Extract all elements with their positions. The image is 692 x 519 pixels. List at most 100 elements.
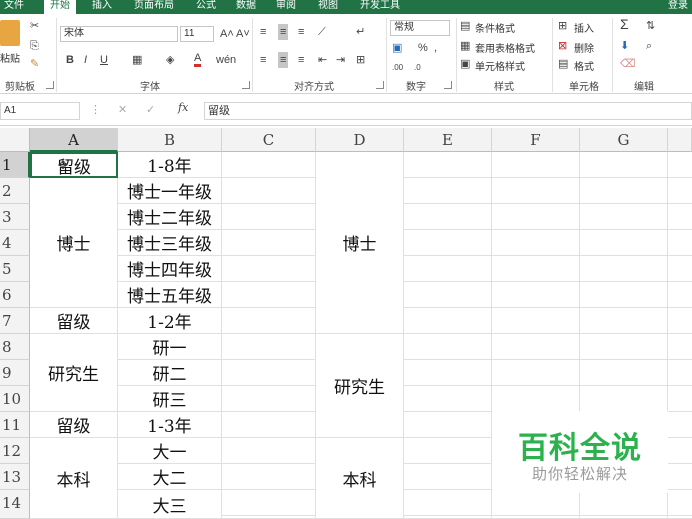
column-header-e[interactable]: E [404, 128, 492, 152]
name-box[interactable]: A1 [0, 102, 80, 120]
font-size-select[interactable]: 11 [180, 26, 214, 42]
bold-icon[interactable]: B [66, 54, 74, 66]
cell-a7[interactable]: 留级 [30, 308, 118, 334]
row-header-4[interactable]: 4 [0, 230, 30, 256]
row-header-3[interactable]: 3 [0, 204, 30, 230]
format-cells-icon[interactable]: ▤ [558, 58, 568, 70]
select-all-corner[interactable] [0, 128, 30, 152]
underline-icon[interactable]: U [100, 54, 108, 66]
percent-icon[interactable]: % [418, 42, 428, 54]
paste-icon[interactable] [0, 20, 20, 46]
row-header-2[interactable]: 2 [0, 178, 30, 204]
cell-a2-a6-merged[interactable]: 博士 [30, 178, 118, 308]
tab-file[interactable]: 文件 [4, 0, 24, 14]
tab-view[interactable]: 视图 [318, 0, 338, 14]
cell-b3[interactable]: 博士二年级 [118, 204, 222, 230]
align-left-icon[interactable]: ≡ [260, 54, 266, 66]
sort-filter-icon[interactable]: ⇅ [646, 20, 655, 32]
column-header-c[interactable]: C [222, 128, 316, 152]
fill-icon[interactable]: ⬇ [620, 40, 629, 52]
tab-insert[interactable]: 插入 [92, 0, 112, 14]
wrap-text-icon[interactable]: ↵ [356, 26, 365, 38]
tab-data[interactable]: 数据 [236, 0, 256, 14]
column-e-cells[interactable] [404, 152, 492, 519]
comma-style-icon[interactable]: , [434, 42, 437, 54]
table-format-button[interactable]: 套用表格格式 [475, 40, 535, 55]
row-header-7[interactable]: 7 [0, 308, 30, 334]
cell-d1-d6-merged[interactable]: 博士 [316, 152, 404, 334]
row-header-9[interactable]: 9 [0, 360, 30, 386]
cell-style-button[interactable]: 单元格样式 [475, 58, 525, 73]
cond-format-icon[interactable]: ▤ [460, 20, 470, 32]
column-header-h[interactable] [668, 128, 692, 152]
column-header-a[interactable]: A [30, 128, 118, 152]
increase-decimal-icon[interactable]: .00 [392, 62, 403, 74]
autosum-icon[interactable]: Σ [620, 17, 629, 31]
column-c-cells[interactable] [222, 152, 316, 519]
cell-b14[interactable]: 大三 [118, 490, 222, 519]
cell-a8-a10-merged[interactable]: 研究生 [30, 334, 118, 412]
cell-b6[interactable]: 博士五年级 [118, 282, 222, 308]
column-header-f[interactable]: F [492, 128, 580, 152]
cell-b8[interactable]: 研一 [118, 334, 222, 360]
accounting-format-icon[interactable]: ▣ [392, 42, 402, 54]
increase-indent-icon[interactable]: ⇥ [336, 54, 345, 66]
decrease-font-icon[interactable]: A˅ [236, 28, 250, 40]
row-header-6[interactable]: 6 [0, 282, 30, 308]
cell-a12-a14-merged[interactable]: 本科 [30, 438, 118, 519]
merge-center-icon[interactable]: ⊞ [356, 54, 365, 66]
number-launcher-icon[interactable] [444, 81, 452, 89]
row-header-13[interactable]: 13 [0, 464, 30, 490]
row-header-10[interactable]: 10 [0, 386, 30, 412]
row-header-12[interactable]: 12 [0, 438, 30, 464]
align-right-icon[interactable]: ≡ [298, 54, 304, 66]
cell-style-icon[interactable]: ▣ [460, 58, 470, 70]
font-color-icon[interactable]: A [194, 52, 202, 67]
insert-cells-button[interactable]: 插入 [574, 20, 594, 35]
delete-cells-icon[interactable]: ⊠ [558, 40, 567, 52]
formula-input[interactable]: 留级 [204, 102, 692, 120]
row-header-11[interactable]: 11 [0, 412, 30, 438]
cell-b1[interactable]: 1-8年 [118, 152, 222, 178]
border-icon[interactable]: ▦ [132, 54, 142, 66]
cancel-icon[interactable]: ✕ [118, 104, 127, 116]
tab-review[interactable]: 审阅 [276, 0, 296, 14]
cell-b5[interactable]: 博士四年级 [118, 256, 222, 282]
column-header-g[interactable]: G [580, 128, 668, 152]
row-header-14[interactable]: 14 [0, 490, 30, 519]
column-header-d[interactable]: D [316, 128, 404, 152]
align-center-icon[interactable]: ≡ [278, 52, 289, 68]
orientation-icon[interactable]: ⟋ [318, 26, 326, 38]
cell-b9[interactable]: 研二 [118, 360, 222, 386]
cut-icon[interactable]: ✂ [30, 20, 39, 32]
cell-b7[interactable]: 1-2年 [118, 308, 222, 334]
clear-icon[interactable]: ⌫ [620, 58, 636, 70]
more-options-icon[interactable]: ⋮ [90, 104, 101, 116]
clipboard-launcher-icon[interactable] [46, 81, 54, 89]
tab-home[interactable]: 开始 [44, 0, 76, 14]
paste-button[interactable]: 粘贴 [0, 50, 20, 65]
copy-icon[interactable]: ⎘ [30, 40, 39, 52]
align-top-icon[interactable]: ≡ [260, 26, 266, 38]
cell-b13[interactable]: 大二 [118, 464, 222, 490]
cell-a1[interactable]: 留级 [30, 152, 118, 178]
format-painter-icon[interactable]: ✎ [30, 58, 39, 70]
number-format-select[interactable]: 常规 [390, 20, 450, 36]
insert-function-icon[interactable]: fx [178, 102, 188, 114]
tab-page-layout[interactable]: 页面布局 [134, 0, 174, 14]
column-h-cells[interactable] [668, 152, 692, 519]
fill-color-icon[interactable]: ◈ [166, 54, 174, 66]
italic-icon[interactable]: I [84, 54, 87, 66]
delete-cells-button[interactable]: 删除 [574, 40, 594, 55]
font-launcher-icon[interactable] [242, 81, 250, 89]
insert-cells-icon[interactable]: ⊞ [558, 20, 567, 32]
increase-font-icon[interactable]: A˄ [220, 28, 234, 40]
phonetic-icon[interactable]: wén [216, 54, 236, 66]
enter-icon[interactable]: ✓ [146, 104, 155, 116]
font-name-select[interactable]: 宋体 [60, 26, 178, 42]
row-header-1[interactable]: 1 [0, 152, 30, 178]
login-link[interactable]: 登录 [668, 0, 688, 14]
cell-d7-d10-merged[interactable]: 研究生 [316, 334, 404, 438]
cell-b12[interactable]: 大一 [118, 438, 222, 464]
cell-b4[interactable]: 博士三年级 [118, 230, 222, 256]
